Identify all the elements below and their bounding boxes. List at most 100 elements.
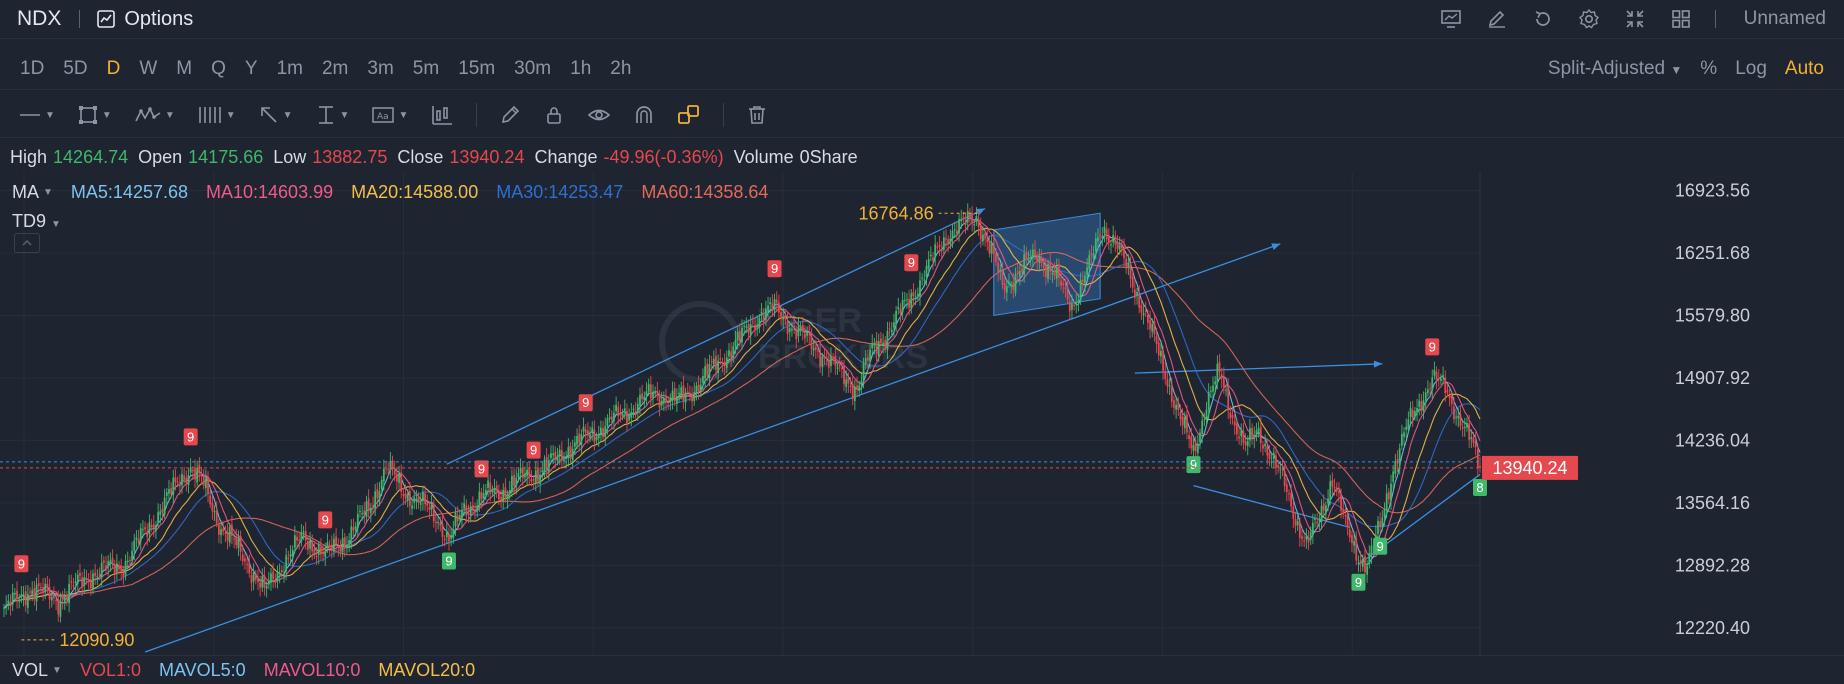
candle-body <box>174 477 177 483</box>
measure-tool[interactable]: ▼ <box>315 104 349 126</box>
candle-body <box>352 527 355 531</box>
candle-body <box>72 585 75 587</box>
drawing-toolbar: ▼ ▼ ▼ ▼ ▼ ▼ Aa ▼ <box>0 93 1844 138</box>
candle-body <box>513 474 515 486</box>
pencil-tool[interactable] <box>499 104 521 126</box>
timeframe-y[interactable]: Y <box>245 58 258 80</box>
delete-tool[interactable] <box>746 104 768 126</box>
candles-tool[interactable] <box>430 104 454 126</box>
log-scale-toggle[interactable]: Log <box>1735 58 1767 80</box>
candle-body <box>346 544 348 548</box>
candle-body <box>1440 378 1442 381</box>
td9-legend[interactable]: TD9 ▼ <box>12 211 61 232</box>
timeframe-30m[interactable]: 30m <box>514 58 551 80</box>
timeframe-2h[interactable]: 2h <box>610 58 631 80</box>
timeframe-15m[interactable]: 15m <box>458 58 495 80</box>
reset-icon[interactable] <box>1531 7 1555 31</box>
collapse-legend-button[interactable] <box>14 233 40 253</box>
candle-body <box>649 384 652 399</box>
svg-text:Aa: Aa <box>377 112 389 122</box>
layout-name[interactable]: Unnamed <box>1744 8 1826 30</box>
candle-body <box>198 464 201 473</box>
rectangle-tool[interactable]: ▼ <box>77 104 112 126</box>
options-button[interactable]: Options <box>96 8 193 31</box>
candle-body <box>1168 385 1171 387</box>
candle-body <box>586 430 589 436</box>
timeframe-1d[interactable]: 1D <box>20 58 44 80</box>
candle-body <box>1153 321 1156 335</box>
fib-tool[interactable]: ▼ <box>197 104 236 126</box>
candle-body <box>1097 237 1099 242</box>
candle-body <box>966 211 969 223</box>
candle-body <box>1405 426 1408 430</box>
fullscreen-icon[interactable] <box>1623 7 1647 31</box>
timeframe-2m[interactable]: 2m <box>322 58 348 80</box>
candle-body <box>953 229 956 231</box>
lock-tool[interactable] <box>543 104 565 126</box>
candle-body <box>280 569 283 573</box>
timeframe-1h[interactable]: 1h <box>570 58 591 80</box>
candle-body <box>413 497 416 503</box>
candle-body <box>1160 350 1162 357</box>
candle-body <box>1429 388 1431 390</box>
vol-label[interactable]: VOL <box>12 660 48 681</box>
line-tool[interactable]: ▼ <box>18 105 55 125</box>
candle-body <box>1283 470 1286 487</box>
gear-icon[interactable] <box>1577 7 1601 31</box>
candle-body <box>1400 433 1403 446</box>
auto-scale-toggle[interactable]: Auto <box>1785 58 1824 80</box>
candle-body <box>300 532 303 542</box>
y-tick-label: 14907.92 <box>1675 368 1750 388</box>
candle-body <box>925 265 928 277</box>
candle-body <box>142 529 144 531</box>
chevron-down-icon[interactable]: ▼ <box>43 187 53 198</box>
arrow-tool[interactable]: ▼ <box>258 104 293 126</box>
candle-body <box>990 243 993 254</box>
parallel-channel-box[interactable] <box>993 212 1101 317</box>
timeframe-w[interactable]: W <box>139 58 157 80</box>
low-value: 13882.75 <box>312 146 388 167</box>
candle-body <box>1090 253 1093 256</box>
candle-body <box>914 296 917 298</box>
link-tool[interactable] <box>677 104 701 126</box>
candle-body <box>1040 256 1043 264</box>
candle-body <box>222 528 225 532</box>
ma-label[interactable]: MA <box>12 182 39 203</box>
screen-chart-icon[interactable] <box>1439 7 1463 31</box>
timeframe-1m[interactable]: 1m <box>277 58 303 80</box>
trend-arrowhead <box>1271 243 1281 250</box>
high-label: High <box>10 146 48 167</box>
candle-body <box>1355 538 1358 561</box>
symbol-title[interactable]: NDX <box>17 7 61 31</box>
edit-icon[interactable] <box>1485 7 1509 31</box>
pattern-tool[interactable]: ▼ <box>134 104 175 126</box>
percent-scale-toggle[interactable]: % <box>1700 58 1717 80</box>
timeframe-5d[interactable]: 5D <box>63 58 87 80</box>
layout-grid-icon[interactable] <box>1669 7 1693 31</box>
timeframe-5m[interactable]: 5m <box>413 58 439 80</box>
text-tool[interactable]: Aa ▼ <box>371 104 408 126</box>
timeframe-m[interactable]: M <box>176 58 192 80</box>
timeframe-q[interactable]: Q <box>211 58 226 80</box>
measure-icon <box>318 106 333 124</box>
candle-body <box>840 368 843 370</box>
split-adjusted-dropdown[interactable]: Split-Adjusted ▼ <box>1548 58 1682 80</box>
candle-body <box>339 545 342 552</box>
candle-body <box>26 594 29 608</box>
candle-body <box>1001 271 1004 285</box>
chevron-down-icon[interactable]: ▼ <box>52 665 62 676</box>
timeframe-d[interactable]: D <box>107 58 121 80</box>
visibility-tool[interactable] <box>587 104 611 126</box>
timeframe-3m[interactable]: 3m <box>367 58 393 80</box>
candle-body <box>775 299 778 303</box>
magnet-tool[interactable] <box>633 104 655 126</box>
candle-body <box>359 511 361 513</box>
candle-body <box>728 350 730 357</box>
candle-body <box>903 299 906 301</box>
divider <box>79 10 81 28</box>
candle-body <box>100 562 103 578</box>
candle-body <box>964 220 967 225</box>
candle-body <box>984 232 987 238</box>
candle-body <box>958 219 960 233</box>
price-chart[interactable]: TIGERBROKERS99999999 99999816764.8612090.… <box>0 172 1844 655</box>
